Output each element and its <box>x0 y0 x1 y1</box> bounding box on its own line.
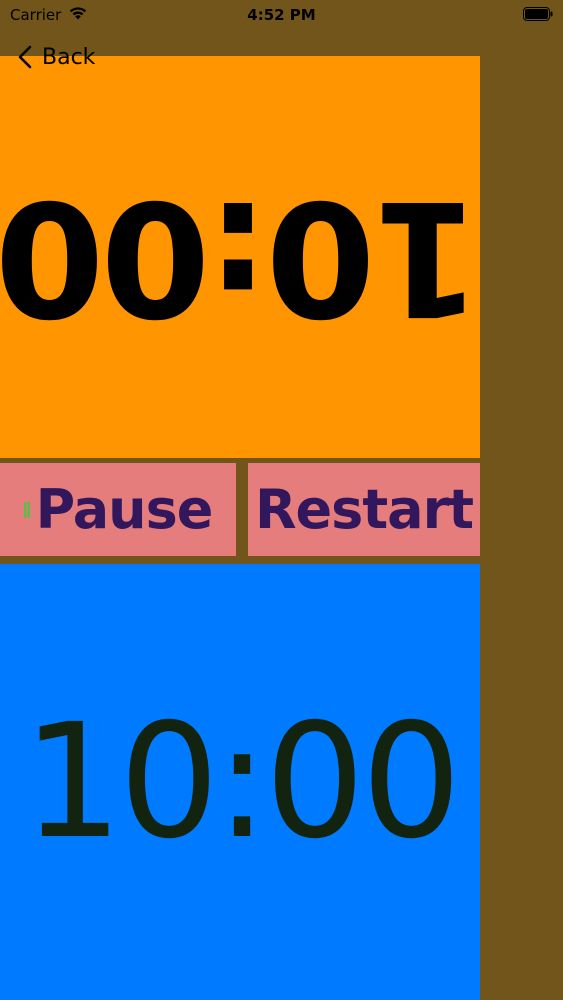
top-timer-value: 10:00 <box>0 165 480 349</box>
back-button[interactable]: Back <box>16 42 95 72</box>
pause-button[interactable]: Pause <box>0 463 236 556</box>
bottom-timer-value: 10:00 <box>22 690 461 874</box>
status-bar: Carrier 4:52 PM <box>0 0 563 30</box>
status-time: 4:52 PM <box>247 6 316 24</box>
control-bar: Pause Restart <box>0 463 480 556</box>
battery-icon <box>523 7 553 21</box>
back-label: Back <box>42 44 96 70</box>
top-player-timer[interactable]: 10:00 <box>0 56 480 458</box>
chevron-left-icon <box>18 45 32 69</box>
bottom-player-timer[interactable]: 10:00 <box>0 564 480 1000</box>
pause-icon <box>23 501 30 518</box>
restart-label: Restart <box>254 478 474 541</box>
pause-label: Pause <box>35 478 214 541</box>
restart-button[interactable]: Restart <box>248 463 480 556</box>
